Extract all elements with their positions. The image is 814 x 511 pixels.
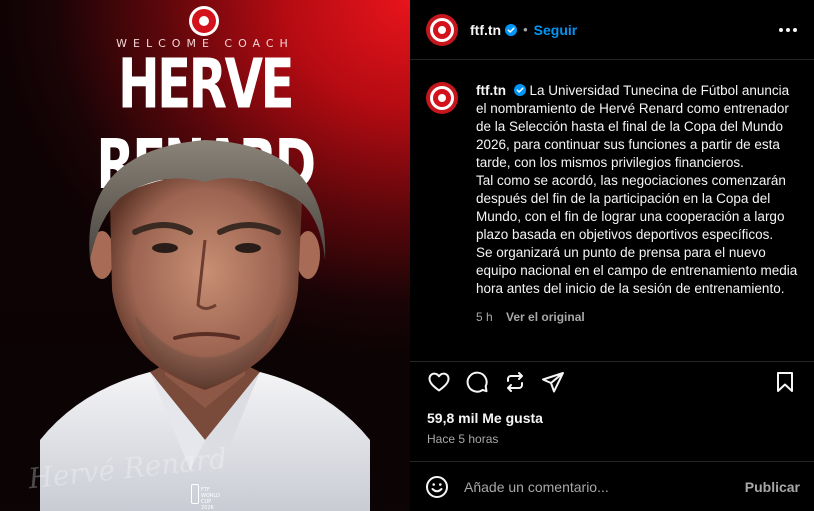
share-icon[interactable] — [540, 369, 566, 395]
bookmark-icon[interactable] — [772, 369, 798, 395]
verified-badge-icon — [513, 84, 526, 96]
caption-text: ftf.tn La Universidad Tunecina de Fútbol… — [476, 82, 798, 362]
instagram-post: WELCOME COACH HERVE RENARD — [0, 0, 814, 511]
comment-input[interactable] — [464, 478, 745, 495]
world-cup-badge: FTF WORLD CUP 2026 — [191, 484, 220, 511]
follow-button[interactable]: Seguir — [534, 22, 578, 38]
header-username[interactable]: ftf.tn — [470, 22, 501, 38]
caption-paragraph-1: La Universidad Tunecina de Fútbol anunci… — [476, 83, 790, 170]
post-timestamp[interactable]: Hace 5 horas — [427, 432, 498, 446]
post-media-image[interactable]: WELCOME COACH HERVE RENARD — [0, 0, 410, 511]
comment-icon[interactable] — [464, 369, 490, 395]
caption-meta: 5 h Ver el original — [476, 308, 798, 326]
see-original-link[interactable]: Ver el original — [506, 310, 585, 324]
caption-paragraph-2: Tal como se acordó, las negociaciones co… — [476, 173, 786, 242]
repost-icon[interactable] — [502, 369, 528, 395]
ftf-crest-logo — [189, 6, 219, 36]
post-side-panel: ftf.tn • Seguir ftf.tn La Universidad Tu… — [410, 0, 814, 511]
comment-bar: Publicar — [410, 461, 814, 511]
emoji-icon[interactable] — [424, 474, 450, 500]
caption-avatar[interactable] — [426, 82, 458, 114]
verified-badge-icon — [505, 23, 518, 36]
likes-count[interactable]: 59,8 mil Me gusta — [427, 410, 543, 426]
avatar[interactable] — [426, 13, 458, 46]
caption-age: 5 h — [476, 310, 493, 324]
caption-username[interactable]: ftf.tn — [476, 83, 506, 98]
caption-section: ftf.tn La Universidad Tunecina de Fútbol… — [410, 60, 814, 362]
publish-button[interactable]: Publicar — [745, 479, 800, 495]
post-header: ftf.tn • Seguir — [410, 0, 814, 60]
heart-icon[interactable] — [426, 369, 452, 395]
caption-paragraph-3: Se organizará un punto de prensa para el… — [476, 245, 798, 296]
post-actions-bar — [426, 369, 798, 397]
more-options-icon[interactable] — [776, 20, 800, 40]
separator-dot: • — [523, 22, 528, 37]
divider — [410, 361, 814, 362]
